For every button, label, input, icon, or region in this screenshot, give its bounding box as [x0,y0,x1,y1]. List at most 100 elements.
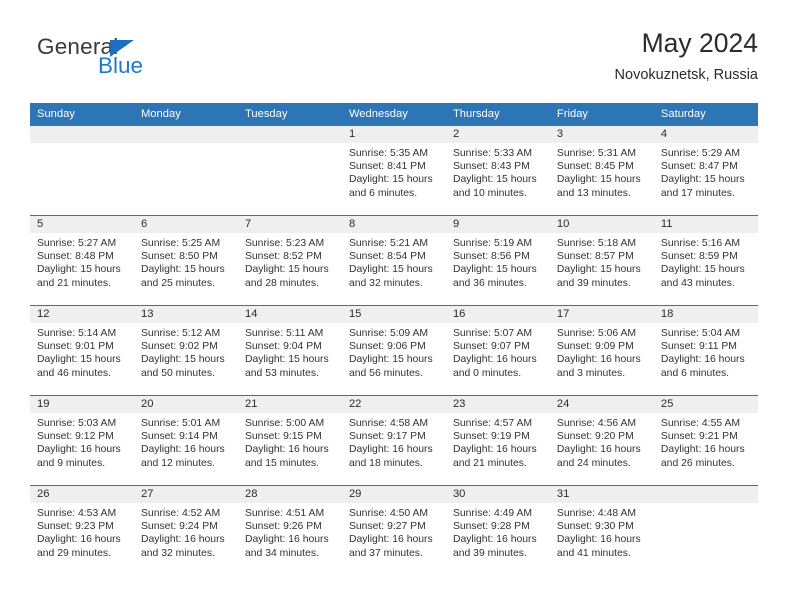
calendar-day-cell[interactable]: 24 Sunrise: 4:56 AM Sunset: 9:20 PM Dayligh… [549,395,654,486]
calendar-day-cell[interactable]: 29 Sunrise: 4:50 AM Sunset: 9:27 PM Dayligh… [341,485,446,575]
calendar-day-cell[interactable]: 8 Sunrise: 5:21 AM Sunset: 8:54 PM Daylight… [341,215,446,306]
calendar-day-cell[interactable]: 14 Sunrise: 5:11 AM Sunset: 9:04 PM Dayligh… [237,305,342,396]
day-details: Sunrise: 5:09 AM Sunset: 9:06 PM Daylight:… [342,323,446,380]
day-number: 8 [341,216,446,233]
daylight-text-line1: Daylight: 16 hours [140,534,225,546]
daylight-text-line1: Daylight: 15 hours [348,264,433,276]
calendar-day-cell[interactable]: 4 Sunrise: 5:29 AM Sunset: 8:47 PM Daylight… [653,125,758,216]
calendar-day-cell[interactable]: 5 Sunrise: 5:27 AM Sunset: 8:48 PM Daylight… [30,215,134,306]
day-details: Sunrise: 5:29 AM Sunset: 8:47 PM Daylight:… [654,143,758,200]
day-details: Sunrise: 5:21 AM Sunset: 8:54 PM Daylight:… [342,233,446,290]
calendar-day-cell[interactable]: 18 Sunrise: 5:04 AM Sunset: 9:11 PM Dayligh… [653,305,758,396]
day-details: Sunrise: 4:48 AM Sunset: 9:30 PM Daylight:… [550,503,654,560]
daylight-text-line1: Daylight: 15 hours [348,174,433,186]
daylight-text-line1: Daylight: 15 hours [140,354,225,366]
weekday-header-thursday: Thursday [445,103,550,126]
day-details: Sunrise: 5:19 AM Sunset: 8:56 PM Daylight:… [446,233,550,290]
day-details: Sunrise: 4:53 AM Sunset: 9:23 PM Daylight:… [30,503,134,560]
calendar-day-cell[interactable]: 1 Sunrise: 5:35 AM Sunset: 8:41 PM Daylight… [341,125,446,216]
sunrise-text: Sunrise: 4:49 AM [452,508,533,519]
calendar-day-cell[interactable]: 31 Sunrise: 4:48 AM Sunset: 9:30 PM Dayligh… [549,485,654,575]
calendar-day-cell[interactable]: 12 Sunrise: 5:14 AM Sunset: 9:01 PM Dayligh… [30,305,134,396]
sunrise-text: Sunrise: 4:51 AM [244,508,325,519]
calendar-cell-empty [133,125,238,216]
sunset-text: Sunset: 9:12 PM [37,431,114,443]
day-number: 25 [653,396,758,413]
day-details: Sunrise: 5:33 AM Sunset: 8:43 PM Daylight:… [446,143,550,200]
sunrise-text: Sunrise: 5:12 AM [140,328,221,339]
calendar-day-cell[interactable]: 28 Sunrise: 4:51 AM Sunset: 9:26 PM Dayligh… [237,485,342,575]
calendar-day-cell[interactable]: 2 Sunrise: 5:33 AM Sunset: 8:43 PM Daylight… [445,125,550,216]
daylight-text-line1: Daylight: 15 hours [244,354,329,366]
day-details: Sunrise: 5:07 AM Sunset: 9:07 PM Daylight:… [446,323,550,380]
weekday-header-row: Sunday Monday Tuesday Wednesday Thursday… [30,103,758,126]
daylight-text-line2: and 15 minutes. [244,457,319,469]
calendar-day-cell[interactable]: 7 Sunrise: 5:23 AM Sunset: 8:52 PM Daylight… [237,215,342,306]
general-blue-logo[interactable]: General Blue [37,34,257,92]
calendar-day-cell[interactable]: 13 Sunrise: 5:12 AM Sunset: 9:02 PM Dayligh… [133,305,238,396]
day-number: 26 [30,486,134,503]
weekday-header-saturday: Saturday [653,103,758,126]
logo-text-blue: Blue [98,53,144,78]
sunrise-text: Sunrise: 5:21 AM [348,238,429,249]
sunrise-text: Sunrise: 5:09 AM [348,328,429,339]
day-details: Sunrise: 4:55 AM Sunset: 9:21 PM Daylight:… [654,413,758,470]
sunset-text: Sunset: 8:52 PM [244,251,322,263]
daylight-text-line1: Daylight: 16 hours [452,354,537,366]
calendar-day-cell[interactable]: 26 Sunrise: 4:53 AM Sunset: 9:23 PM Dayligh… [30,485,134,575]
daylight-text-line2: and 9 minutes. [37,457,106,469]
weekday-header-tuesday: Tuesday [237,103,342,126]
day-details: Sunrise: 5:23 AM Sunset: 8:52 PM Daylight:… [238,233,342,290]
sunset-text: Sunset: 9:11 PM [660,341,737,353]
sunrise-text: Sunrise: 4:58 AM [348,418,429,429]
sunset-text: Sunset: 8:59 PM [660,251,738,263]
calendar-day-cell[interactable]: 27 Sunrise: 4:52 AM Sunset: 9:24 PM Dayligh… [133,485,238,575]
day-number: 15 [341,306,446,323]
calendar-day-cell[interactable]: 21 Sunrise: 5:00 AM Sunset: 9:15 PM Dayligh… [237,395,342,486]
daylight-text-line1: Daylight: 15 hours [556,174,641,186]
calendar-day-cell[interactable]: 6 Sunrise: 5:25 AM Sunset: 8:50 PM Daylight… [133,215,238,306]
daylight-text-line2: and 37 minutes. [348,547,423,559]
day-number: 4 [653,126,758,143]
daylight-text-line2: and 29 minutes. [37,547,111,559]
calendar-day-cell[interactable]: 10 Sunrise: 5:18 AM Sunset: 8:57 PM Dayligh… [549,215,654,306]
calendar-day-cell[interactable]: 20 Sunrise: 5:01 AM Sunset: 9:14 PM Dayligh… [133,395,238,486]
day-number [237,126,342,143]
daylight-text-line1: Daylight: 16 hours [244,444,329,456]
calendar-day-cell[interactable]: 11 Sunrise: 5:16 AM Sunset: 8:59 PM Dayligh… [653,215,758,306]
day-number: 6 [133,216,238,233]
daylight-text-line1: Daylight: 15 hours [37,264,121,276]
sunrise-text: Sunrise: 5:06 AM [556,328,637,339]
calendar-day-cell[interactable]: 19 Sunrise: 5:03 AM Sunset: 9:12 PM Dayligh… [30,395,134,486]
sunrise-text: Sunrise: 4:48 AM [556,508,637,519]
daylight-text-line2: and 0 minutes. [452,367,522,379]
sunrise-text: Sunrise: 5:11 AM [244,328,324,339]
calendar-day-cell[interactable]: 16 Sunrise: 5:07 AM Sunset: 9:07 PM Dayligh… [445,305,550,396]
day-details: Sunrise: 5:12 AM Sunset: 9:02 PM Daylight:… [134,323,238,380]
sunset-text: Sunset: 8:45 PM [556,161,634,173]
calendar-day-cell[interactable]: 22 Sunrise: 4:58 AM Sunset: 9:17 PM Dayligh… [341,395,446,486]
page-header: General Blue May 2024 Novokuznetsk, Russ… [30,28,758,92]
title-block: May 2024 Novokuznetsk, Russia [615,28,758,83]
daylight-text-line1: Daylight: 15 hours [244,264,329,276]
sunrise-text: Sunrise: 5:19 AM [452,238,533,249]
calendar-day-cell[interactable]: 15 Sunrise: 5:09 AM Sunset: 9:06 PM Dayligh… [341,305,446,396]
day-number: 14 [237,306,342,323]
sunset-text: Sunset: 9:09 PM [556,341,634,353]
calendar-day-cell[interactable]: 3 Sunrise: 5:31 AM Sunset: 8:45 PM Daylight… [549,125,654,216]
day-details: Sunrise: 5:14 AM Sunset: 9:01 PM Daylight:… [30,323,134,380]
sunrise-text: Sunrise: 5:29 AM [660,148,741,159]
day-number: 9 [445,216,550,233]
calendar-day-cell[interactable]: 9 Sunrise: 5:19 AM Sunset: 8:56 PM Daylight… [445,215,550,306]
daylight-text-line2: and 26 minutes. [660,457,735,469]
sunset-text: Sunset: 9:28 PM [452,521,530,533]
daylight-text-line2: and 12 minutes. [140,457,215,469]
calendar-day-cell[interactable]: 17 Sunrise: 5:06 AM Sunset: 9:09 PM Dayligh… [549,305,654,396]
page-subtitle: Novokuznetsk, Russia [614,67,758,84]
calendar-day-cell[interactable]: 30 Sunrise: 4:49 AM Sunset: 9:28 PM Dayligh… [445,485,550,575]
day-number: 20 [133,396,238,413]
sunset-text: Sunset: 9:04 PM [244,341,322,353]
calendar-day-cell[interactable]: 25 Sunrise: 4:55 AM Sunset: 9:21 PM Dayligh… [653,395,758,486]
calendar-day-cell[interactable]: 23 Sunrise: 4:57 AM Sunset: 9:19 PM Dayligh… [445,395,550,486]
daylight-text-line1: Daylight: 16 hours [452,534,537,546]
